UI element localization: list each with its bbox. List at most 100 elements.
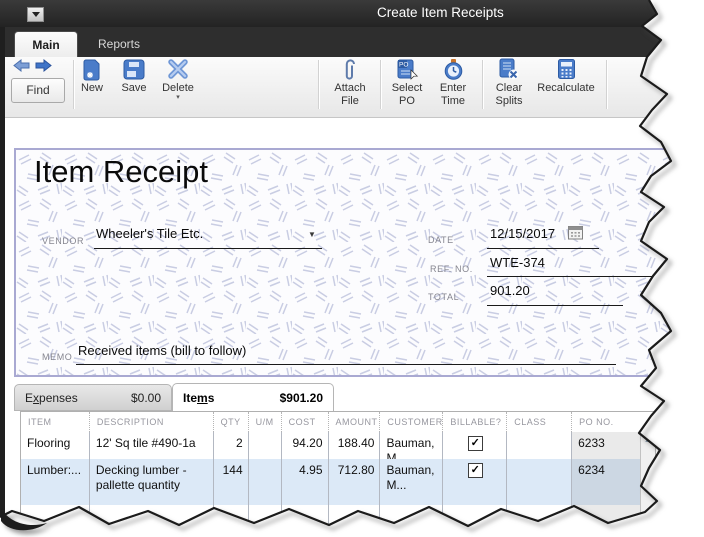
table-row[interactable]: Lumber:... Decking lumber - pallette qua… <box>21 459 641 505</box>
attach-file-button[interactable]: Attach File <box>324 58 376 114</box>
qty-cell: 2 <box>213 432 248 459</box>
vendor-underline <box>94 248 322 249</box>
window-left-edge <box>0 27 5 517</box>
toolbar-separator <box>380 60 382 109</box>
save-icon <box>123 58 145 82</box>
create-item-receipts-window: Create Item Receipts Main Reports Find N… <box>0 0 704 537</box>
vendor-label: VENDOR <box>42 236 84 246</box>
class-cell <box>506 432 571 459</box>
new-button[interactable]: New <box>72 58 112 114</box>
date-label: DATE <box>428 235 454 245</box>
cost-cell: 4.95 <box>281 459 328 505</box>
total-value[interactable]: 901.20 <box>490 283 530 298</box>
find-button[interactable]: Find <box>11 78 65 103</box>
tab-reports[interactable]: Reports <box>80 31 158 57</box>
col-header-qty[interactable]: QTY <box>213 412 248 432</box>
col-header-billable[interactable]: BILLABLE? <box>442 412 506 432</box>
memo-underline <box>76 364 616 365</box>
ref-no-label: REF. NO. <box>430 264 473 274</box>
billable-cell: ✓ <box>442 459 506 505</box>
description-cell: Decking lumber - pallette quantity <box>89 459 213 505</box>
new-icon <box>82 58 102 82</box>
col-header-customer[interactable]: CUSTOMER... <box>379 412 442 432</box>
tab-expenses[interactable]: Expenses $0.00 <box>14 384 172 411</box>
expenses-tab-amount: $0.00 <box>131 391 161 405</box>
items-tab-label: Items <box>183 391 214 405</box>
window-titlebar: Create Item Receipts <box>0 0 704 27</box>
recalculate-icon <box>557 58 576 82</box>
col-header-cost[interactable]: COST <box>281 412 328 432</box>
qty-cell: 144 <box>213 459 248 505</box>
toolbar-separator <box>606 60 608 109</box>
item-cell: Lumber:... <box>21 459 89 505</box>
toolbar: Find New Save Delete ▾ <box>0 57 704 118</box>
total-label: TOTAL <box>428 292 459 302</box>
transaction-type-row: BILL CREDIT BILL RECEIVED <box>0 118 704 148</box>
customer-cell: Bauman, M... <box>379 432 442 459</box>
table-row-empty[interactable] <box>21 505 641 529</box>
item-receipt-form: Item Receipt VENDOR Wheeler's Tile Etc. … <box>14 148 688 377</box>
select-po-button[interactable]: PO Select PO <box>384 58 430 114</box>
table-scrollbar[interactable]: ▲ <box>640 432 655 529</box>
col-header-po[interactable]: PO NO. <box>571 412 641 432</box>
save-button[interactable]: Save <box>114 58 154 114</box>
clear-splits-button[interactable]: Clear Splits <box>486 58 532 114</box>
memo-value[interactable]: Received items (bill to follow) <box>78 343 246 358</box>
scroll-up-arrow-icon[interactable]: ▲ <box>641 432 655 446</box>
items-tab-amount: $901.20 <box>280 391 323 405</box>
billable-checkbox[interactable]: ✓ <box>468 463 483 478</box>
delete-icon <box>167 58 189 82</box>
vendor-dropdown-arrow-icon[interactable]: ▼ <box>308 230 316 239</box>
window-menu-triangle-icon <box>32 12 40 17</box>
window-title: Create Item Receipts <box>377 5 504 20</box>
cost-cell: 94.20 <box>281 432 328 459</box>
col-header-item[interactable]: ITEM <box>21 412 89 432</box>
col-header-description[interactable]: DESCRIPTION <box>89 412 213 432</box>
item-cell: Flooring <box>21 432 89 459</box>
paperclip-icon <box>343 58 357 82</box>
calendar-icon[interactable] <box>568 225 584 240</box>
enter-time-icon <box>443 58 464 82</box>
total-underline <box>487 305 623 306</box>
po-cell: 6234 <box>571 459 641 505</box>
tab-main[interactable]: Main <box>14 31 78 58</box>
clear-splits-icon <box>498 58 520 82</box>
amount-cell: 188.40 <box>328 432 380 459</box>
ref-no-value[interactable]: WTE-374 <box>490 255 545 270</box>
toolbar-separator <box>318 60 320 109</box>
date-value[interactable]: 12/15/2017 <box>490 226 555 241</box>
description-cell: 12' Sq tile #490-1a <box>89 432 213 459</box>
po-cell: 6233 <box>571 432 641 459</box>
items-table: ITEM DESCRIPTION QTY U/M COST AMOUNT CUS… <box>20 411 656 529</box>
tab-items[interactable]: Items $901.20 <box>172 383 334 412</box>
svg-text:PO: PO <box>399 62 408 69</box>
billable-cell: ✓ <box>442 432 506 459</box>
enter-time-button[interactable]: Enter Time <box>430 58 476 114</box>
date-underline <box>487 248 599 249</box>
col-header-amount[interactable]: AMOUNT <box>328 412 380 432</box>
delete-button[interactable]: Delete ▾ <box>156 58 200 114</box>
billable-checkbox[interactable]: ✓ <box>468 436 483 451</box>
forward-arrow-icon[interactable] <box>35 59 52 72</box>
ref-no-underline <box>487 276 653 277</box>
table-row[interactable]: Flooring 12' Sq tile #490-1a 2 94.20 188… <box>21 432 641 459</box>
select-po-icon: PO <box>396 58 419 82</box>
col-header-class[interactable]: CLASS <box>506 412 571 432</box>
um-cell <box>248 459 281 505</box>
expenses-tab-label: Expenses <box>25 391 78 405</box>
back-arrow-icon[interactable] <box>13 59 30 72</box>
memo-label: MEMO <box>42 352 72 362</box>
class-cell <box>506 459 571 505</box>
recalculate-button[interactable]: Recalculate <box>532 58 600 114</box>
items-table-header: ITEM DESCRIPTION QTY U/M COST AMOUNT CUS… <box>21 412 641 432</box>
find-group: Find <box>11 59 65 103</box>
customer-cell: Bauman, M... <box>379 459 442 505</box>
ribbon-tabstrip: Main Reports <box>0 27 704 57</box>
amount-cell: 712.80 <box>328 459 380 505</box>
window-menu-icon[interactable] <box>27 7 44 22</box>
um-cell <box>248 432 281 459</box>
col-header-um[interactable]: U/M <box>248 412 281 432</box>
form-title: Item Receipt <box>34 154 208 190</box>
delete-dropdown-caret-icon[interactable]: ▾ <box>176 95 180 101</box>
vendor-value[interactable]: Wheeler's Tile Etc. <box>96 226 203 241</box>
